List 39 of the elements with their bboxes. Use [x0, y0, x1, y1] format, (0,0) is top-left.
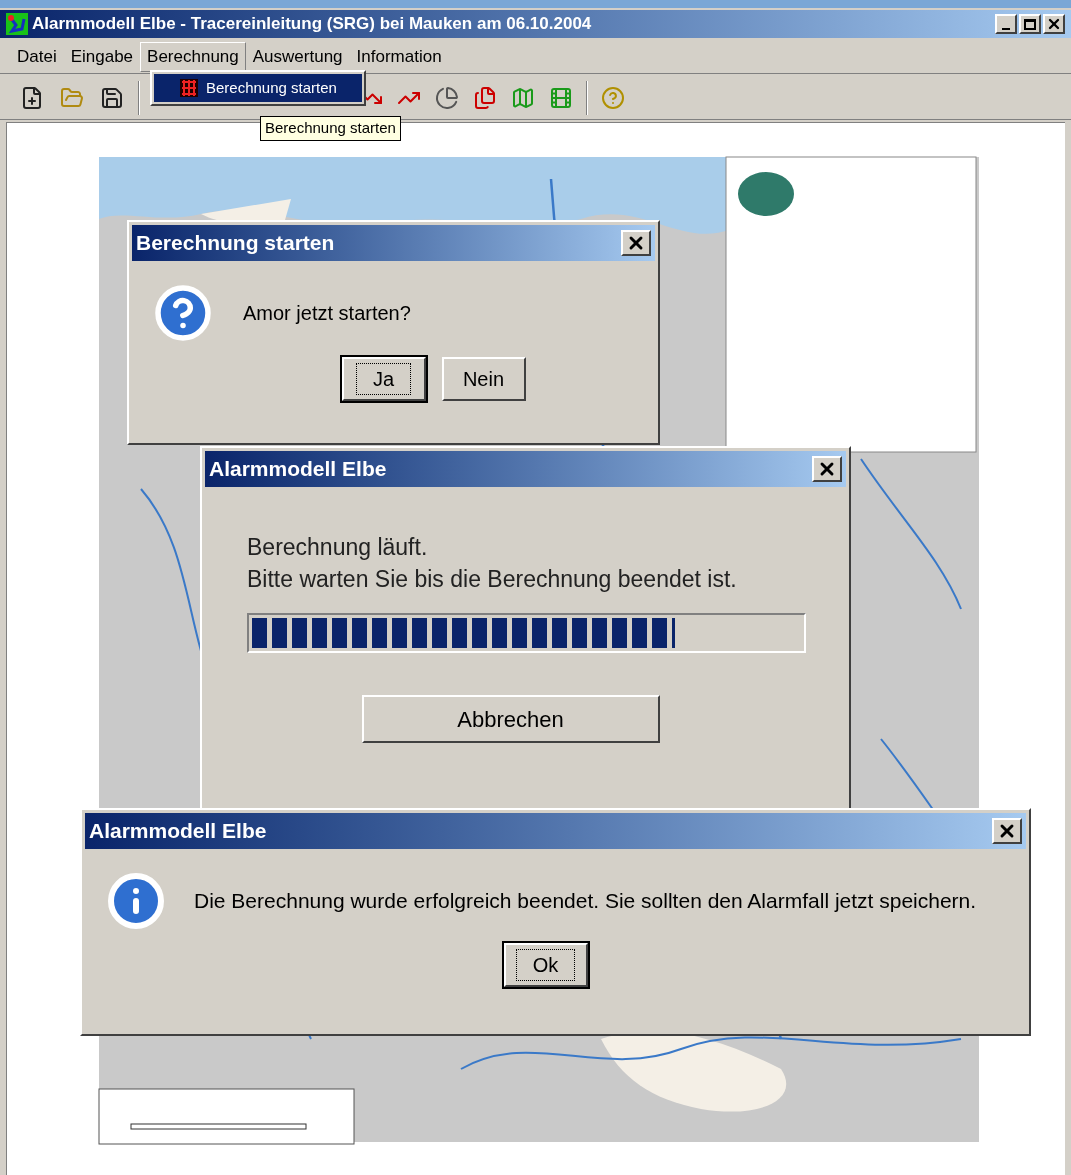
- close-icon: [1046, 16, 1062, 32]
- info-icon: [106, 871, 166, 931]
- dialog-button[interactable]: Ok: [503, 943, 588, 987]
- app-icon: [6, 13, 28, 35]
- save-icon: [100, 85, 124, 110]
- close-button[interactable]: [621, 230, 651, 256]
- menu-item[interactable]: Datei: [10, 41, 64, 72]
- close-button[interactable]: [992, 818, 1022, 844]
- pie-chart-icon: [435, 85, 459, 110]
- tooltip: Berechnung starten: [260, 116, 401, 141]
- menu-item[interactable]: Information: [349, 41, 449, 72]
- dialog-title: Berechnung starten: [136, 230, 335, 257]
- dialog-message: Berechnung läuft.: [247, 533, 429, 562]
- menu-item[interactable]: Auswertung: [245, 41, 350, 72]
- dialog-title: Alarmmodell Elbe: [209, 456, 387, 483]
- minimize-button[interactable]: [995, 14, 1017, 34]
- maximize-button[interactable]: [1019, 14, 1041, 34]
- new-document-icon: [20, 85, 44, 110]
- question-icon: [153, 283, 213, 343]
- documents-icon: [473, 85, 497, 110]
- help-icon: [601, 85, 625, 110]
- film-icon: [549, 85, 573, 110]
- minimize-icon: [1002, 28, 1010, 30]
- dialog-button[interactable]: Nein: [441, 357, 526, 401]
- dialog-message: Die Berechnung wurde erfolgreich beendet. Sie sollten den Alarmfall jetzt speichern.: [194, 888, 977, 915]
- dropdown-item[interactable]: Berechnung starten: [154, 74, 362, 102]
- open-folder-icon: [60, 85, 84, 110]
- window-title: Alarmmodell Elbe - Tracereinleitung (SRG) bei Mauken am 06.10.2004: [32, 13, 592, 36]
- dialog-title: Alarmmodell Elbe: [89, 818, 267, 845]
- close-button[interactable]: [1043, 14, 1065, 34]
- dialog-message: Bitte warten Sie bis die Berechnung beendet ist.: [247, 565, 738, 594]
- grid-icon: [180, 79, 198, 97]
- dialog-message: Amor jetzt starten?: [243, 301, 411, 326]
- map-icon: [511, 85, 535, 110]
- dialog-button[interactable]: Ja: [341, 357, 426, 401]
- menu-item[interactable]: Eingabe: [63, 41, 141, 72]
- close-button[interactable]: [812, 456, 842, 482]
- dialog-button[interactable]: Abbrechen: [361, 695, 660, 743]
- maximize-icon: [1024, 18, 1036, 30]
